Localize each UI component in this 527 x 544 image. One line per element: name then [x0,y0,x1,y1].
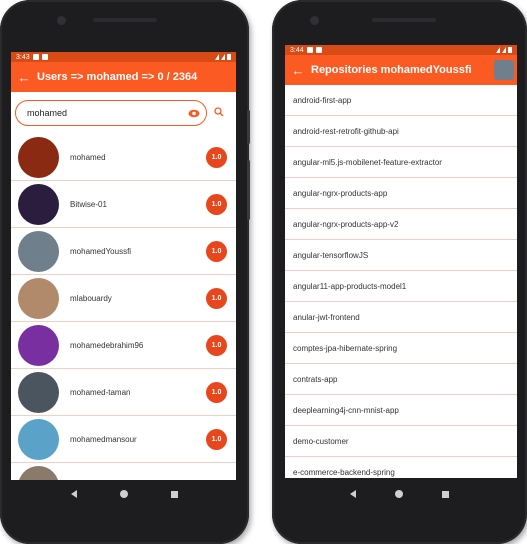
search-icon [214,106,224,116]
score-badge: 1.0 [206,287,227,309]
user-list-item[interactable]: mohamedebrahim96 1.0 [11,322,236,369]
back-triangle-icon[interactable] [71,490,78,498]
repository-list-item[interactable]: anular-jwt-frontend [285,302,517,333]
repository-list-item[interactable]: angular-ngrx-products-app [285,178,517,209]
repositories-list: android-first-app android-rest-retrofit-g… [285,85,517,478]
app-bar: ← Repositories mohamedYoussfi [285,55,517,85]
avatar [18,277,59,319]
user-login: mlabouardy [70,293,112,303]
repository-list-item[interactable]: android-rest-retrofit-github-api [285,116,517,147]
user-list-item[interactable]: mohamed-taman 1.0 [11,369,236,416]
back-triangle-icon[interactable] [349,490,356,498]
camera [57,16,66,25]
score-badge: 1.0 [206,334,227,356]
status-time: 3:43 [16,53,30,61]
user-login: mohamed [70,152,106,162]
score-badge: 1.0 [206,193,227,215]
avatar [18,230,59,272]
repository-list-item[interactable]: contrats-app [285,364,517,395]
avatar [18,324,59,366]
eye-icon[interactable] [188,109,200,118]
users-screen: 3:43 ← Users => mohamed => 0 / 2364 moha… [11,52,236,480]
score-badge: 1.0 [206,428,227,450]
repository-list-item[interactable]: angular-ngrx-products-app-v2 [285,209,517,240]
repository-list-item[interactable]: android-first-app [285,85,517,116]
user-login: mohamedmansour [70,434,137,444]
wifi-icon [215,54,219,60]
repositories-screen: 3:44 ← Repositories mohamedYoussfi andro… [285,45,517,478]
repository-list-item[interactable]: comptes-jpa-hibernate-spring [285,333,517,364]
android-nav-bar [272,484,527,504]
avatar [18,465,59,480]
user-list-item[interactable]: mohamedmansour 1.0 [11,416,236,463]
avatar [18,418,59,460]
avatar [18,371,59,413]
arrow-left-icon[interactable]: ← [11,70,37,85]
android-nav-bar [0,484,249,504]
user-login: mohamedYoussfi [70,246,132,256]
phone-left: 3:43 ← Users => mohamed => 0 / 2364 moha… [0,0,250,544]
home-circle-icon[interactable] [394,490,403,498]
signal-icon [502,47,506,53]
search-input[interactable] [25,107,188,119]
wifi-icon [496,47,500,53]
battery-icon [508,47,512,53]
score-badge: 1.0 [206,381,227,403]
speaker [93,18,157,22]
score-badge: 1.0 [206,146,227,168]
user-list-item[interactable] [11,463,236,480]
signal-icon [221,54,225,60]
score-badge: 1.0 [206,240,227,262]
user-list-item[interactable]: Bitwise-01 1.0 [11,181,236,228]
arrow-left-icon[interactable]: ← [285,63,311,78]
user-list-item[interactable]: mohamedYoussfi 1.0 [11,228,236,275]
phone-right: 3:44 ← Repositories mohamedYoussfi andro… [272,0,527,544]
speaker [372,18,436,22]
camera [310,16,319,25]
app-bar: ← Users => mohamed => 0 / 2364 [11,62,236,92]
repository-list-item[interactable]: deeplearning4j-cnn-mnist-app [285,395,517,426]
volume-button [247,160,250,220]
recents-square-icon[interactable] [170,490,178,498]
notification-icon [306,47,313,53]
battery-icon [227,54,231,60]
repository-list-item[interactable]: angular-tensorflowJS [285,240,517,271]
power-button [247,110,250,144]
user-list-item[interactable]: mohamed 1.0 [11,134,236,181]
page-title: Repositories mohamedYoussfi [311,64,472,76]
users-list: mohamed 1.0 Bitwise-01 1.0 mohamedYoussfi 1.0… [11,134,236,480]
status-bar: 3:43 [11,52,236,62]
search-row [11,92,236,134]
notification-icon [32,54,39,60]
status-bar: 3:44 [285,45,517,55]
notification-icon [315,47,322,53]
notification-icon [41,54,48,60]
user-list-item[interactable]: mlabouardy 1.0 [11,275,236,322]
repository-list-item[interactable]: angular-ml5.js-mobilenet-feature-extract… [285,147,517,178]
status-time: 3:44 [290,46,304,54]
recents-square-icon[interactable] [442,490,450,498]
user-login: mohamedebrahim96 [70,340,144,350]
search-field[interactable] [15,100,207,126]
repository-list-item[interactable]: angular11-app-products-model1 [285,271,517,302]
repository-list-item[interactable]: e-commerce-backend-spring [285,457,517,478]
home-circle-icon[interactable] [119,490,128,498]
avatar [18,183,59,225]
search-button[interactable] [207,106,231,120]
page-title: Users => mohamed => 0 / 2364 [37,71,198,83]
user-login: Bitwise-01 [70,199,107,209]
user-login: mohamed-taman [70,387,131,397]
repository-list-item[interactable]: demo-customer [285,426,517,457]
avatar [18,136,59,178]
avatar [494,60,514,80]
